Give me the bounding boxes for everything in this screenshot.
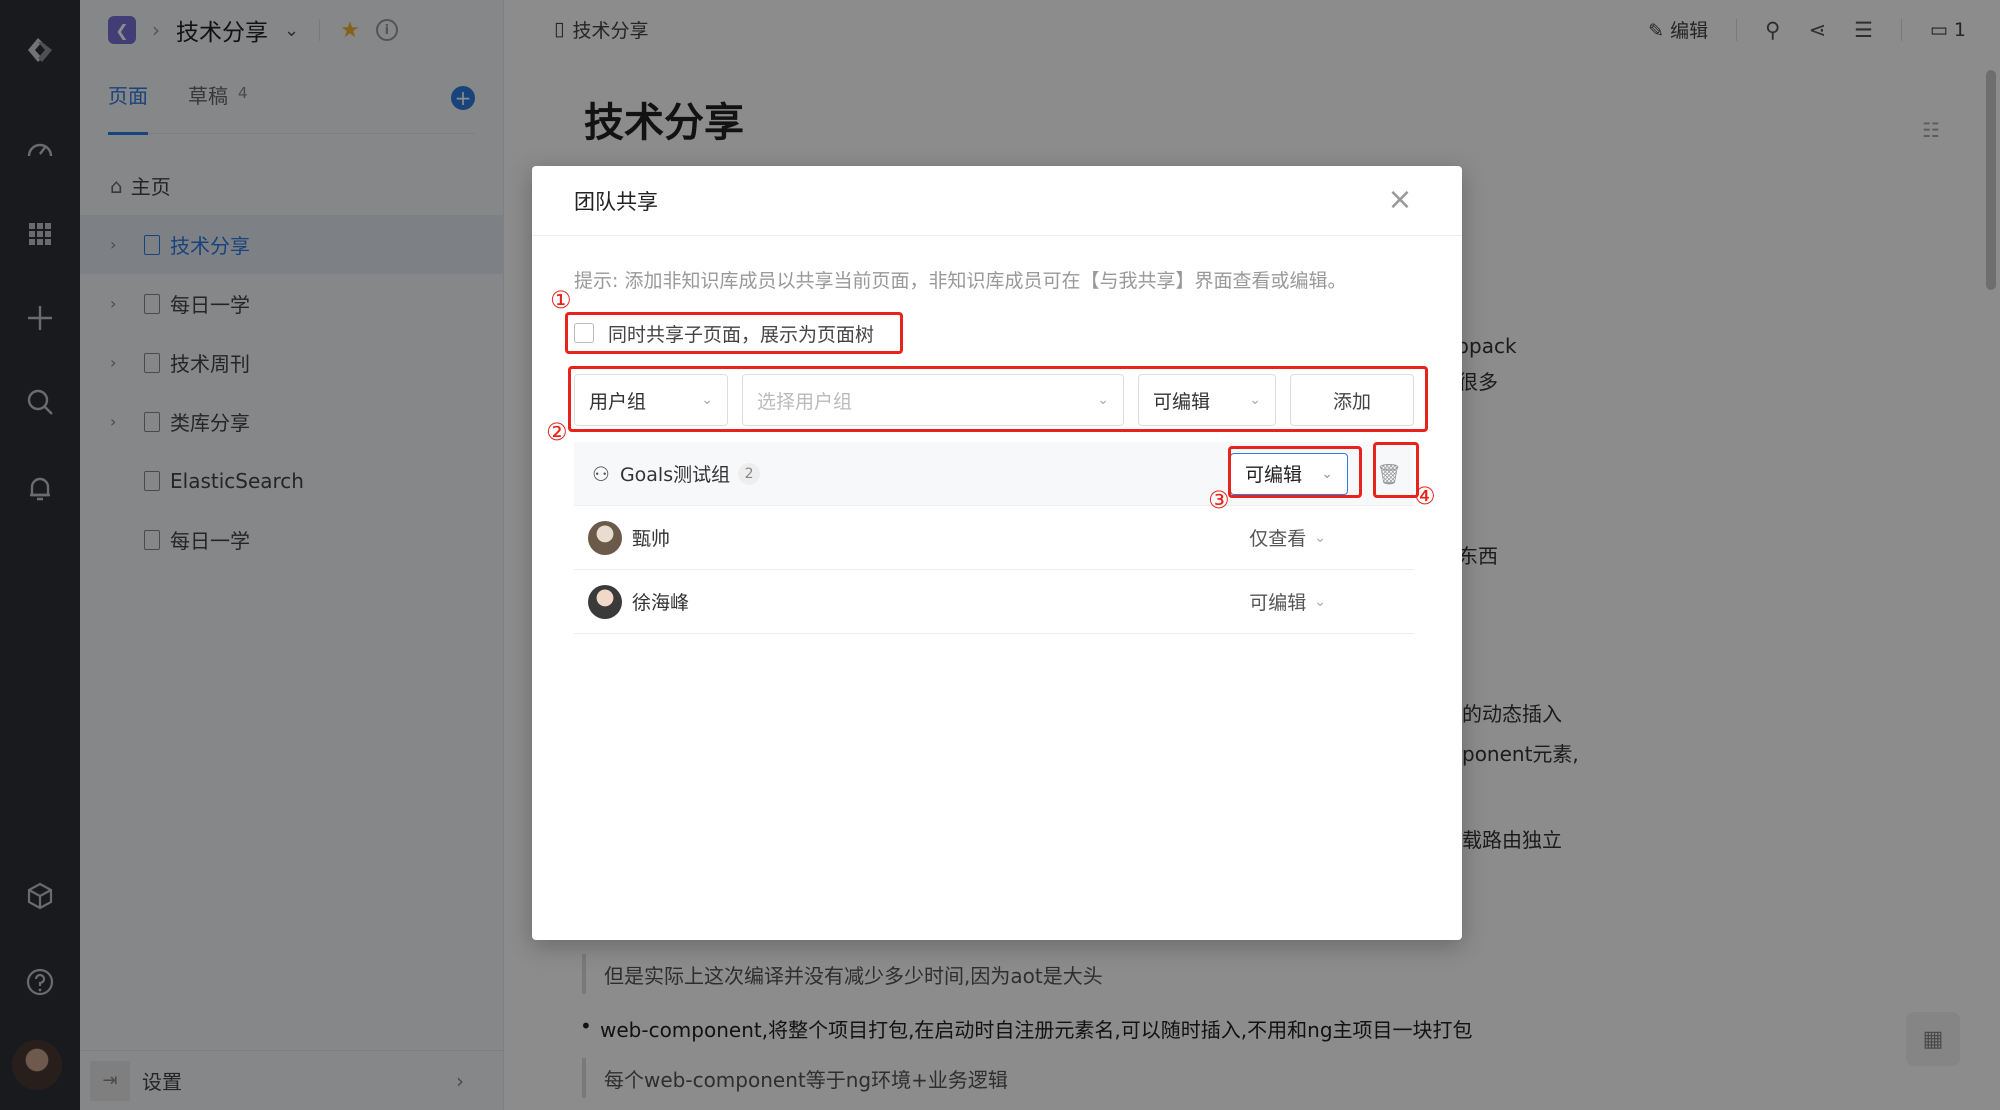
user-group-icon: ⚇ [592, 461, 610, 486]
avatar [588, 584, 622, 619]
annotation-number-3: ③ [1208, 486, 1230, 514]
member-permission-select[interactable]: 仅查看 ⌄ [1249, 524, 1326, 551]
share-hint: 提示: 添加非知识库成员以共享当前页面，非知识库成员可在【与我共享】界面查看或编… [574, 270, 1347, 292]
annotation-box-2 [568, 366, 1428, 432]
member-permission-select[interactable]: 可编辑 ⌄ [1249, 588, 1326, 615]
annotation-box-3 [1228, 446, 1362, 498]
select-value: 仅查看 [1249, 528, 1307, 550]
annotation-number-2: ② [546, 418, 568, 446]
member-name: 徐海峰 [632, 592, 690, 614]
member-row: 徐海峰 可编辑 ⌄ [574, 570, 1414, 634]
dialog-title: 团队共享 [532, 166, 1462, 236]
chevron-down-icon: ⌄ [1314, 593, 1326, 610]
avatar [588, 520, 622, 555]
chevron-down-icon: ⌄ [1314, 529, 1326, 546]
team-share-dialog: 团队共享 × 提示: 添加非知识库成员以共享当前页面，非知识库成员可在【与我共享… [532, 166, 1462, 940]
annotation-box-4 [1373, 442, 1419, 498]
annotation-number-4: ④ [1414, 482, 1436, 510]
member-name: 甄帅 [632, 528, 671, 550]
member-name: Goals测试组 [619, 464, 731, 486]
close-icon[interactable]: × [1386, 185, 1414, 215]
annotation-number-1: ① [550, 286, 572, 314]
annotation-box-1 [565, 312, 903, 354]
select-value: 可编辑 [1249, 592, 1307, 614]
member-count-badge: 2 [738, 462, 761, 485]
member-row: 甄帅 仅查看 ⌄ [574, 506, 1414, 570]
